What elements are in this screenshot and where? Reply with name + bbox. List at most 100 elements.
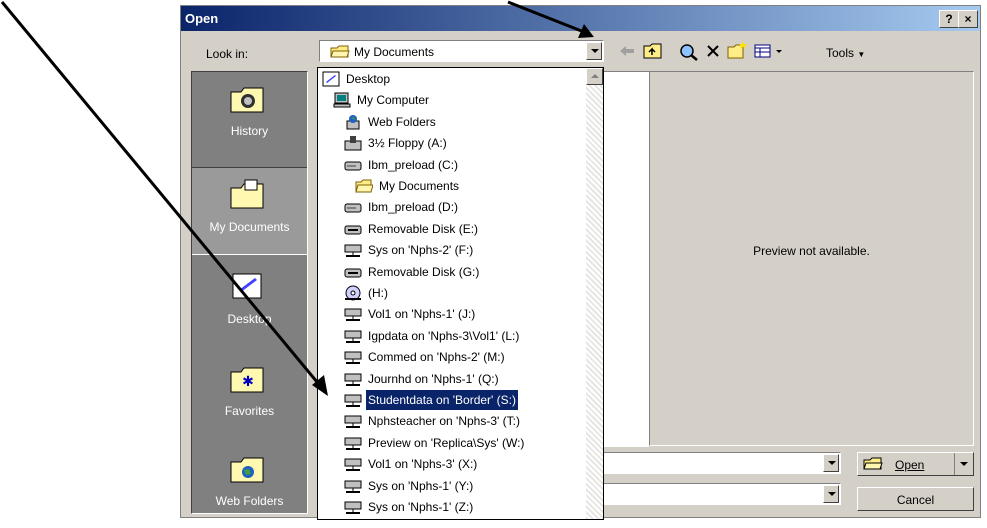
title-bar[interactable]: Open ? × — [181, 6, 980, 31]
network-drive-icon — [344, 458, 362, 472]
dropdown-item-label: Vol1 on 'Nphs-3' (X:) — [368, 457, 478, 472]
dropdown-item[interactable]: Studentdata on 'Border' (S:) — [318, 389, 586, 411]
chevron-down-icon — [828, 461, 836, 465]
dropdown-item[interactable]: 3½ Floppy (A:) — [318, 133, 586, 153]
dropdown-item-label: Removable Disk (E:) — [368, 221, 479, 236]
web-folders-icon — [346, 114, 360, 130]
look-in-combo[interactable]: My Documents — [319, 40, 604, 62]
place-history[interactable]: History — [192, 72, 307, 158]
dropdown-item[interactable]: Journhd on 'Nphs-1' (Q:) — [318, 369, 586, 389]
tools-menu[interactable]: Tools ▼ — [826, 46, 865, 60]
dropdown-item[interactable]: Removable Disk (G:) — [318, 262, 586, 282]
network-drive-icon — [344, 244, 362, 258]
dropdown-item[interactable]: (H:) — [318, 283, 586, 303]
dropdown-item[interactable]: Ibm_preload (D:) — [318, 197, 586, 217]
back-arrow-icon[interactable] — [618, 43, 636, 59]
dropdown-item-label: Vol1 on 'Nphs-1' (J:) — [368, 307, 476, 322]
hard-drive-icon — [344, 203, 362, 213]
dropdown-item[interactable]: Web Folders — [318, 112, 586, 132]
open-label: Open — [895, 458, 925, 472]
dropdown-item[interactable]: My Documents — [318, 176, 586, 196]
new-folder-icon[interactable] — [727, 40, 749, 60]
dropdown-item-label: My Documents — [379, 179, 460, 193]
views-dropdown-icon[interactable] — [776, 50, 782, 53]
look-in-value: My Documents — [354, 45, 435, 59]
dropdown-item[interactable]: Desktop — [318, 69, 586, 89]
cancel-label: Cancel — [896, 493, 935, 507]
chevron-down-icon — [828, 492, 836, 496]
dropdown-item[interactable]: Vol1 on 'Nphs-1' (J:) — [318, 304, 586, 324]
dropdown-item[interactable]: Commed on 'Nphs-2' (M:) — [318, 347, 586, 367]
network-drive-icon — [344, 394, 362, 407]
dropdown-item-label: Journhd on 'Nphs-1' (Q:) — [368, 371, 499, 386]
dropdown-item[interactable]: Sys on 'Nphs-1' (Y:) — [318, 476, 586, 496]
file-type-select[interactable] — [601, 483, 841, 505]
network-drive-icon — [344, 351, 362, 365]
delete-icon[interactable] — [705, 43, 721, 59]
places-bar: History My Documents Desktop ✱ Favorites — [191, 71, 308, 514]
web-folders-icon — [230, 457, 264, 483]
network-drive-icon — [344, 437, 362, 450]
history-folder-icon — [230, 87, 264, 113]
dropdown-item-label: Removable Disk (G:) — [368, 264, 480, 279]
window-title: Open — [185, 11, 219, 26]
scroll-up-button[interactable] — [586, 68, 603, 85]
chevron-down-icon — [591, 49, 599, 53]
views-icon[interactable] — [754, 43, 772, 59]
place-my-documents[interactable]: My Documents — [192, 167, 307, 255]
dropdown-item[interactable]: Sys on 'Nphs-2' (F:) — [318, 240, 586, 260]
hard-drive-icon — [344, 161, 362, 171]
favorites-folder-icon: ✱ — [230, 367, 264, 393]
help-button[interactable]: ? — [939, 10, 959, 28]
file-type-dropdown-button[interactable] — [823, 485, 839, 503]
dropdown-item[interactable]: Nphsteacher on 'Nphs-3' (T:) — [318, 411, 586, 431]
dropdown-item-label: Sys on 'Nphs-1' (Z:) — [368, 500, 474, 514]
network-drive-icon — [344, 330, 362, 343]
dropdown-item-label: Studentdata on 'Border' (S:) — [364, 389, 520, 411]
open-button[interactable]: Open — [857, 452, 974, 476]
dropdown-item[interactable]: Preview on 'Replica\Sys' (W:) — [318, 433, 586, 453]
up-folder-icon[interactable] — [643, 43, 663, 59]
file-name-dropdown-button[interactable] — [823, 454, 839, 472]
folder-open-icon — [355, 179, 373, 193]
dropdown-item-label: Sys on 'Nphs-2' (F:) — [368, 243, 474, 258]
cd-drive-icon — [345, 285, 361, 301]
open-folder-icon — [863, 457, 883, 470]
preview-pane: Preview not available. — [649, 71, 974, 446]
dropdown-item[interactable]: Sys on 'Nphs-1' (Z:) — [318, 497, 586, 517]
dropdown-item-label: Preview on 'Replica\Sys' (W:) — [368, 435, 525, 450]
floppy-drive-icon — [344, 136, 362, 151]
place-desktop[interactable]: Desktop — [192, 260, 307, 346]
place-web-folders[interactable]: Web Folders — [192, 442, 307, 528]
place-label: Favorites — [224, 404, 275, 418]
desktop-icon — [232, 273, 262, 299]
dropdown-item[interactable]: My Computer — [318, 90, 586, 110]
file-name-input[interactable] — [601, 452, 841, 474]
computer-icon — [333, 92, 351, 108]
dropdown-item[interactable]: Ibm_preload (C:) — [318, 155, 586, 175]
look-in-dropdown-button[interactable] — [586, 42, 602, 60]
svg-text:✱: ✱ — [242, 373, 254, 389]
tools-label: Tools — [826, 46, 855, 60]
look-in-dropdown-list[interactable]: Desktop My Computer Web Folders 3½ Floppy (… — [317, 67, 604, 520]
dropdown-item-label: Sys on 'Nphs-1' (Y:) — [368, 478, 474, 493]
folder-open-icon — [330, 45, 350, 58]
close-button[interactable]: × — [958, 10, 978, 28]
dropdown-item[interactable]: Igpdata on 'Nphs-3\Vol1' (L:) — [318, 326, 586, 346]
dropdown-item[interactable]: Removable Disk (E:) — [318, 219, 586, 239]
my-documents-folder-icon — [230, 179, 264, 209]
dropdown-item-label: Igpdata on 'Nphs-3\Vol1' (L:) — [368, 328, 520, 343]
desktop-icon — [322, 71, 340, 87]
dropdown-item-label: (H:) — [368, 286, 388, 300]
place-favorites[interactable]: ✱ Favorites — [192, 352, 307, 438]
network-drive-icon — [344, 415, 362, 429]
split-divider — [954, 453, 955, 475]
open-options-chevron-icon[interactable] — [960, 462, 968, 466]
dropdown-item-label: Commed on 'Nphs-2' (M:) — [368, 350, 505, 365]
dropdown-scrollbar[interactable] — [586, 68, 603, 519]
dropdown-item[interactable]: Vol1 on 'Nphs-3' (X:) — [318, 454, 586, 474]
search-web-icon[interactable] — [679, 43, 699, 61]
dropdown-item-label: Ibm_preload (C:) — [368, 157, 459, 172]
cancel-button[interactable]: Cancel — [857, 487, 974, 511]
chevron-up-icon — [591, 74, 599, 78]
